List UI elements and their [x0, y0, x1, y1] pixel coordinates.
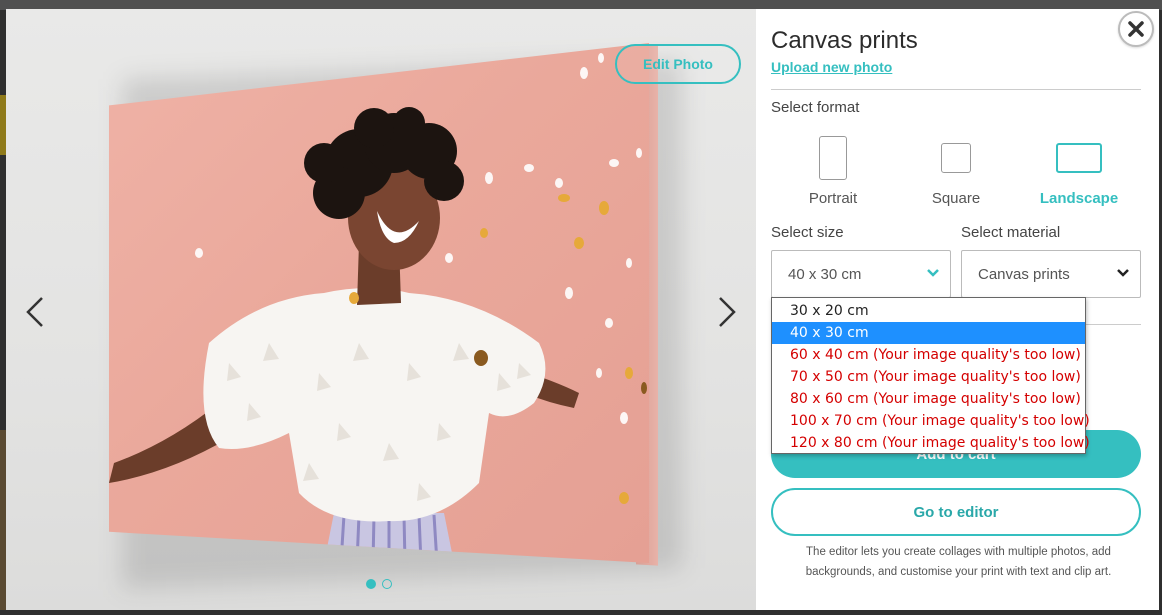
format-label: Square	[931, 190, 981, 207]
chevron-down-icon	[927, 269, 939, 277]
format-square[interactable]: Square	[901, 135, 1011, 215]
chevron-down-icon	[1117, 269, 1129, 277]
close-button[interactable]	[1118, 11, 1154, 47]
editor-description: The editor lets you create collages with…	[805, 546, 1112, 578]
carousel-dot-1[interactable]	[366, 579, 376, 589]
size-dropdown-list: 30 x 20 cm 40 x 30 cm 60 x 40 cm (Your i…	[771, 297, 1090, 454]
format-label: Portrait	[808, 190, 858, 207]
format-portrait[interactable]: Portrait	[778, 135, 888, 215]
chevron-right-icon	[719, 297, 736, 327]
edit-photo-button[interactable]: Edit Photo	[615, 44, 741, 84]
carousel-dots	[366, 579, 392, 589]
portrait-icon	[819, 135, 847, 181]
size-option-disabled[interactable]: 60 x 40 cm (Your image quality's too low…	[772, 344, 1085, 366]
size-option-disabled[interactable]: 100 x 70 cm (Your image quality's too lo…	[772, 410, 1090, 432]
material-select[interactable]: Canvas prints	[961, 250, 1141, 298]
chevron-left-icon	[26, 297, 43, 327]
photo-illustration	[109, 53, 647, 563]
size-option-disabled[interactable]: 80 x 60 cm (Your image quality's too low…	[772, 388, 1085, 410]
size-option-disabled[interactable]: 70 x 50 cm (Your image quality's too low…	[772, 366, 1085, 388]
landscape-icon	[1056, 135, 1102, 181]
material-select-value: Canvas prints	[978, 265, 1070, 283]
carousel-dot-2[interactable]	[382, 579, 392, 589]
size-select-value: 40 x 30 cm	[788, 265, 862, 283]
divider	[771, 89, 1141, 90]
size-select[interactable]: 40 x 30 cm	[771, 250, 951, 298]
select-material-label: Select material	[961, 224, 1061, 241]
format-label: Landscape	[1039, 190, 1119, 207]
canvas-photo	[109, 43, 649, 563]
product-preview: Edit Photo	[6, 9, 756, 610]
go-to-editor-button[interactable]: Go to editor	[771, 488, 1141, 536]
upload-new-photo-link[interactable]: Upload new photo	[771, 59, 892, 75]
size-option-selected[interactable]: 40 x 30 cm	[772, 322, 1085, 344]
size-option-disabled[interactable]: 120 x 80 cm (Your image quality's too lo…	[772, 432, 1090, 454]
square-icon	[941, 135, 971, 181]
size-option[interactable]: 30 x 20 cm	[772, 300, 1085, 322]
select-size-label: Select size	[771, 224, 844, 241]
previous-image-button[interactable]	[20, 292, 50, 332]
close-icon	[1128, 21, 1144, 37]
format-landscape[interactable]: Landscape	[1024, 135, 1134, 215]
product-title: Canvas prints	[771, 27, 918, 54]
select-format-label: Select format	[771, 99, 860, 116]
next-image-button[interactable]	[712, 292, 742, 332]
